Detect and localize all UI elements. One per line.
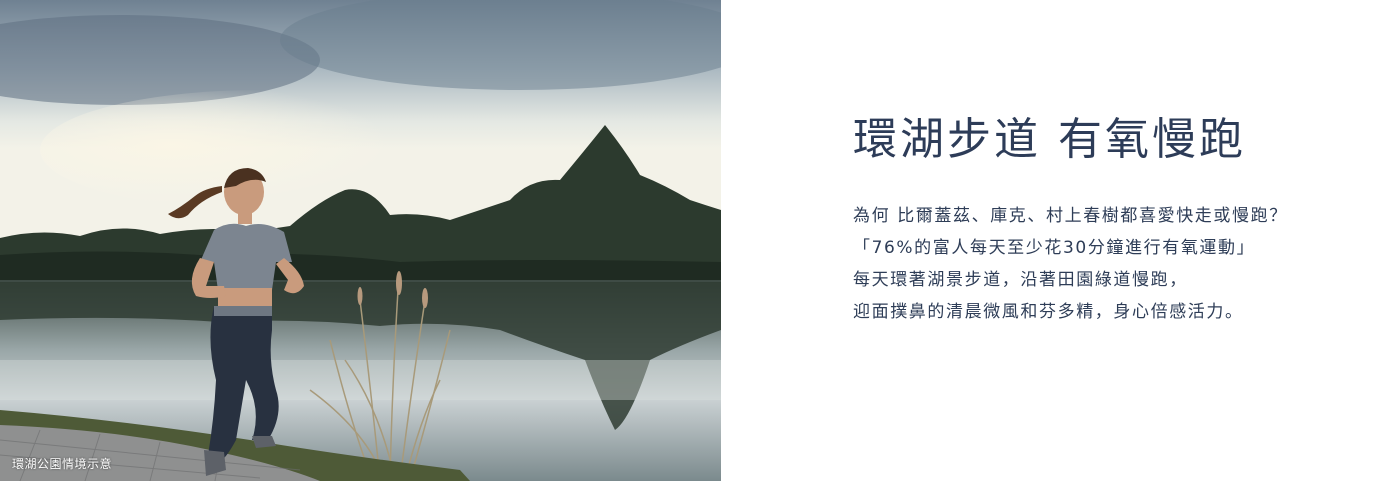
body-line-4: 迎面撲鼻的清晨微風和芬多精，身心倍感活力。 (853, 302, 1244, 322)
text-panel: 環湖步道 有氧慢跑 為何 比爾蓋茲、庫克、村上春樹都喜愛快走或慢跑？ 「76%的… (853, 108, 1373, 328)
body-line-2: 「76%的富人每天至少花30分鐘進行有氧運動」 (853, 238, 1256, 258)
headline: 環湖步道 有氧慢跑 (853, 114, 1246, 165)
body-line-1: 為何 比爾蓋茲、庫克、村上春樹都喜愛快走或慢跑？ (853, 206, 1288, 226)
lake-jogging-photo: 環湖公園情境示意 (0, 0, 721, 481)
photo-illustration (0, 0, 721, 481)
photo-caption: 環湖公園情境示意 (12, 457, 113, 471)
body-paragraph: 為何 比爾蓋茲、庫克、村上春樹都喜愛快走或慢跑？ 「76%的富人每天至少花30分… (853, 200, 1373, 328)
body-line-3: 每天環著湖景步道，沿著田園綠道慢跑， (853, 270, 1188, 290)
